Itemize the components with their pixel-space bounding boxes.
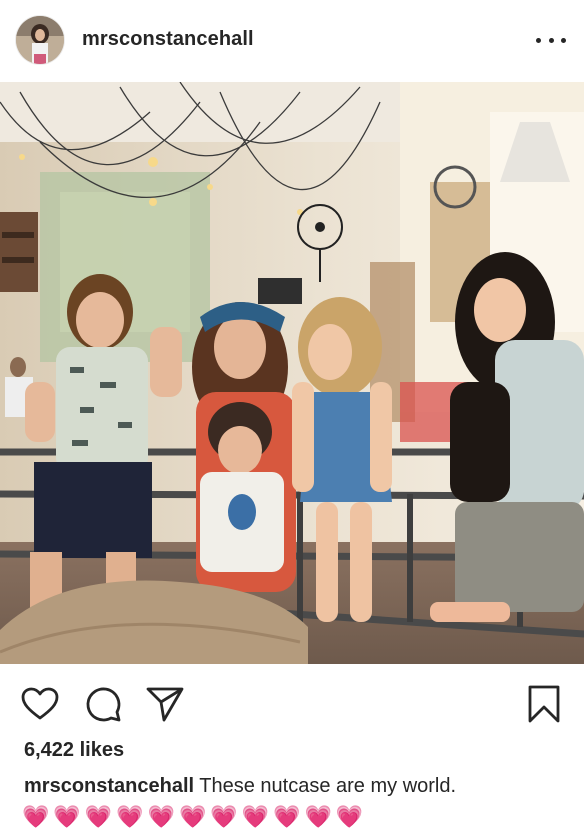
avatar-image [16,16,64,64]
action-bar [0,664,584,740]
more-options-icon-dot [548,37,554,43]
more-options-button[interactable] [536,28,566,52]
comment-icon [86,687,121,722]
save-button[interactable] [524,684,564,724]
bookmark-icon [528,685,560,723]
caption: mrsconstancehall These nutcase are my wo… [24,775,456,798]
avatar[interactable] [16,16,64,64]
more-options-icon-dot [561,37,566,43]
caption-emojis: 💗💗💗💗💗💗💗💗💗💗💗 [22,804,368,829]
caption-username[interactable]: mrsconstancehall [24,775,194,797]
username[interactable]: mrsconstancehall [82,28,254,51]
share-button[interactable] [145,684,185,724]
heart-icon [21,687,59,720]
like-button[interactable] [20,684,60,724]
caption-text: These nutcase are my world. [194,775,457,797]
post-header: mrsconstancehall [0,0,584,82]
paper-plane-icon [146,687,184,722]
cafe-family-photo [0,82,584,664]
post-photo[interactable] [0,82,584,664]
likes-count[interactable]: 6,422 likes [24,739,124,762]
comment-button[interactable] [83,684,123,724]
more-options-icon [536,37,541,43]
